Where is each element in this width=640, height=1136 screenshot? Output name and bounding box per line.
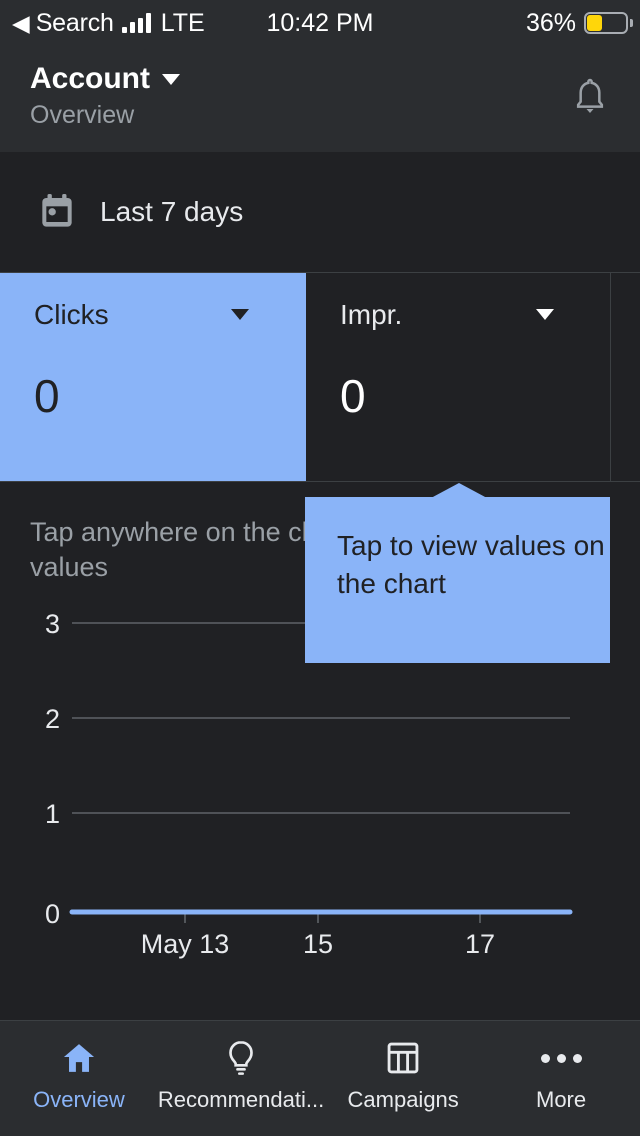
metric-card-clicks[interactable]: Clicks 0 bbox=[0, 273, 306, 481]
svg-text:15: 15 bbox=[303, 929, 333, 959]
metric-card-next-partial[interactable] bbox=[611, 273, 640, 481]
metric-card-title: Impr. bbox=[340, 299, 403, 330]
status-bar-right: 36% bbox=[525, 8, 633, 38]
nav-label: Overview bbox=[33, 1087, 125, 1112]
app-screen: ◀ Search LTE 10:42 PM 36% Account Overvi… bbox=[0, 0, 640, 1136]
home-icon bbox=[59, 1037, 99, 1079]
date-range-selector[interactable]: Last 7 days bbox=[0, 152, 640, 272]
account-selector[interactable]: Account bbox=[30, 62, 180, 96]
chart-x-axis-labels: May 13 15 17 bbox=[141, 929, 495, 959]
account-name-label: Account bbox=[30, 62, 150, 95]
battery-low-power-icon bbox=[584, 12, 633, 34]
chevron-down-icon[interactable] bbox=[536, 309, 554, 320]
svg-text:3: 3 bbox=[45, 609, 60, 639]
metric-card-row: Clicks 0 Impr. 0 bbox=[0, 272, 640, 482]
battery-percent-label: 36% bbox=[525, 8, 576, 37]
svg-text:2: 2 bbox=[45, 704, 60, 734]
bottom-navigation-bar: Overview Recommendati... Campaigns More bbox=[0, 1020, 640, 1136]
metric-card-header: Clicks bbox=[34, 299, 305, 331]
chevron-down-icon bbox=[162, 73, 180, 85]
metric-card-header: Impr. bbox=[340, 299, 610, 331]
onboarding-tooltip[interactable]: Tap to view values on the chart bbox=[305, 497, 610, 663]
date-range-label: Last 7 days bbox=[100, 196, 244, 227]
svg-text:0: 0 bbox=[45, 899, 60, 929]
nav-label: Campaigns bbox=[347, 1087, 459, 1112]
tooltip-arrow-icon bbox=[431, 483, 487, 498]
status-bar: ◀ Search LTE 10:42 PM 36% bbox=[0, 0, 640, 46]
bell-icon bbox=[576, 78, 604, 113]
metric-card-title: Clicks bbox=[34, 299, 109, 330]
calendar-icon bbox=[36, 191, 78, 233]
nav-item-campaigns[interactable]: Campaigns bbox=[324, 1037, 482, 1113]
svg-text:1: 1 bbox=[45, 799, 60, 829]
table-icon bbox=[384, 1037, 422, 1079]
nav-label: More bbox=[536, 1087, 587, 1112]
nav-label: Recommendati... bbox=[157, 1087, 325, 1112]
metric-card-value: 0 bbox=[34, 370, 60, 422]
metric-card-impressions[interactable]: Impr. 0 bbox=[306, 273, 611, 481]
notifications-button[interactable] bbox=[562, 70, 618, 126]
nav-item-overview[interactable]: Overview bbox=[0, 1037, 158, 1113]
svg-text:17: 17 bbox=[465, 929, 495, 959]
page-subtitle: Overview bbox=[30, 101, 135, 129]
app-header: Account Overview bbox=[0, 46, 640, 152]
overflow-dots-icon bbox=[540, 1037, 582, 1079]
nav-item-more[interactable]: More bbox=[482, 1037, 640, 1113]
metric-card-value: 0 bbox=[340, 370, 366, 422]
nav-item-recommendations[interactable]: Recommendati... bbox=[158, 1037, 324, 1113]
svg-text:May 13: May 13 bbox=[141, 929, 230, 959]
lightbulb-icon bbox=[221, 1037, 261, 1079]
chart-y-axis-labels: 3 2 1 0 bbox=[45, 609, 60, 929]
chevron-down-icon[interactable] bbox=[231, 309, 249, 320]
